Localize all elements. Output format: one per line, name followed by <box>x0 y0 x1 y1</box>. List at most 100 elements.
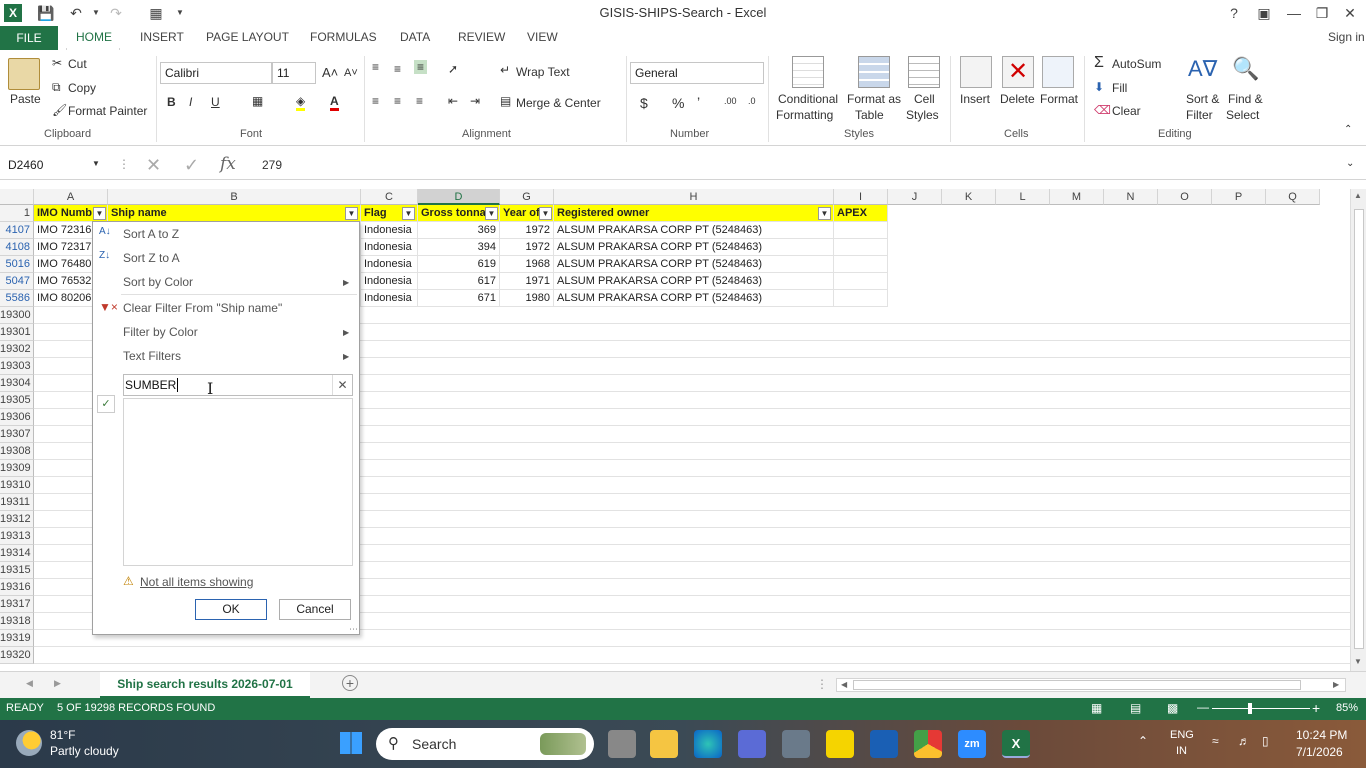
row-header[interactable]: 19306 <box>0 409 34 426</box>
cell-flag[interactable]: Indonesia <box>361 273 418 290</box>
windows-start-icon[interactable] <box>340 732 362 754</box>
taskbar-search-box[interactable]: ⚲ Search <box>376 728 594 760</box>
font-name-combo[interactable]: Calibri <box>160 62 272 84</box>
cell-flag[interactable]: Indonesia <box>361 239 418 256</box>
tab-file[interactable]: FILE <box>0 26 58 50</box>
column-header-c[interactable]: C <box>361 189 418 205</box>
row-header[interactable]: 19318 <box>0 613 34 630</box>
row-header[interactable]: 19305 <box>0 392 34 409</box>
paste-icon[interactable] <box>8 58 40 90</box>
row-header[interactable]: 1 <box>0 205 34 222</box>
format-as-table-icon[interactable] <box>858 56 890 88</box>
grow-font-icon[interactable]: A˄ <box>322 65 338 80</box>
font-size-combo[interactable]: 11 <box>272 62 316 84</box>
cancel-formula-icon[interactable]: ✕ <box>146 155 161 176</box>
cell-flag[interactable]: Indonesia <box>361 290 418 307</box>
sticky-notes-icon[interactable] <box>826 730 854 758</box>
increase-indent-icon[interactable]: ⇥ <box>470 94 480 108</box>
row-header[interactable]: 19310 <box>0 477 34 494</box>
copy-icon[interactable]: ⧉ <box>52 80 61 95</box>
wrap-text-icon[interactable]: ↵ <box>500 63 510 77</box>
decrease-decimal-icon[interactable]: .0 <box>748 96 756 106</box>
fill-button[interactable]: Fill <box>1112 81 1127 95</box>
column-header-m[interactable]: M <box>1050 189 1104 205</box>
middle-align-icon[interactable]: ≡ <box>394 62 401 76</box>
zoom-app-icon[interactable]: zm <box>958 730 986 758</box>
sheet-tab-active[interactable]: Ship search results 2026-07-01 <box>100 672 310 698</box>
column-header-p[interactable]: P <box>1212 189 1266 205</box>
cell-empty[interactable] <box>834 222 888 239</box>
row-header[interactable]: 19307 <box>0 426 34 443</box>
cut-button[interactable]: Cut <box>68 57 87 71</box>
cancel-button[interactable]: Cancel <box>279 599 351 620</box>
next-sheet-icon[interactable]: ▶ <box>54 678 61 689</box>
cell-year[interactable]: 1972 <box>500 239 554 256</box>
formula-input[interactable]: 279 <box>262 158 282 172</box>
column-header-d[interactable]: D <box>418 189 500 205</box>
zoom-slider[interactable] <box>1212 708 1310 709</box>
filter-values-list[interactable] <box>123 398 353 566</box>
italic-button[interactable]: I <box>189 95 192 109</box>
weather-temp[interactable]: 81°F <box>50 728 75 742</box>
not-all-items-link[interactable]: Not all items showing <box>140 575 253 589</box>
row-header[interactable]: 19315 <box>0 562 34 579</box>
header-cell-registered-owner[interactable]: Registered owner <box>554 205 834 222</box>
ribbon-display-icon[interactable]: ▣ <box>1250 2 1278 24</box>
weather-desc[interactable]: Partly cloudy <box>50 744 119 758</box>
language-indicator[interactable]: ENG <box>1170 729 1194 741</box>
sort-z-to-a-item[interactable]: Sort Z to A <box>123 251 180 265</box>
zoom-in-icon[interactable]: + <box>1312 700 1320 716</box>
row-header[interactable]: 19309 <box>0 460 34 477</box>
tab-home[interactable]: HOME <box>76 30 112 44</box>
cell-empty[interactable] <box>834 239 888 256</box>
paste-button[interactable]: Paste <box>10 92 41 106</box>
resize-grip-icon[interactable]: ⋯ <box>349 624 358 635</box>
delete-cells-icon[interactable]: ✕ <box>1002 56 1034 88</box>
chrome-icon[interactable] <box>914 730 942 758</box>
fill-icon[interactable]: ⬇ <box>1094 80 1104 94</box>
merge-icon[interactable]: ▤ <box>500 94 511 108</box>
cell-gross-tonnage[interactable]: 619 <box>418 256 500 273</box>
scroll-right-icon[interactable]: ▶ <box>1333 680 1339 689</box>
zoom-level[interactable]: 85% <box>1336 702 1358 714</box>
cell-flag[interactable]: Indonesia <box>361 222 418 239</box>
zoom-out-icon[interactable]: — <box>1197 700 1209 714</box>
row-header[interactable]: 19302 <box>0 341 34 358</box>
autosum-icon[interactable]: Σ <box>1094 54 1104 72</box>
filter-by-color-item[interactable]: Filter by Color <box>123 325 198 339</box>
tab-view[interactable]: VIEW <box>527 30 558 44</box>
row-header[interactable]: 5016 <box>0 256 34 273</box>
column-header-l[interactable]: L <box>996 189 1050 205</box>
row-header[interactable]: 19311 <box>0 494 34 511</box>
empty-row[interactable] <box>34 647 1350 664</box>
edge-icon[interactable] <box>694 730 722 758</box>
filter-dropdown-icon[interactable]: ▼ <box>485 207 498 220</box>
row-header[interactable]: 19312 <box>0 511 34 528</box>
cell-empty[interactable] <box>834 290 888 307</box>
clear-icon[interactable]: ⌫ <box>1094 103 1111 117</box>
column-header-b[interactable]: B <box>108 189 361 205</box>
filter-dropdown-icon[interactable]: ▼ <box>402 207 415 220</box>
conditional-formatting-button[interactable]: Conditional <box>778 92 838 106</box>
autosum-button[interactable]: AutoSum <box>1112 57 1161 71</box>
enter-formula-icon[interactable]: ✓ <box>184 155 199 176</box>
ok-button[interactable]: OK <box>195 599 267 620</box>
sign-in-link[interactable]: Sign in <box>1328 30 1365 44</box>
tab-page-layout[interactable]: PAGE LAYOUT <box>206 30 289 44</box>
format-painter-icon[interactable]: 🖌 <box>52 103 67 117</box>
task-view-icon[interactable] <box>608 730 636 758</box>
sort-filter-icon[interactable]: A∇ <box>1188 56 1217 82</box>
tab-insert[interactable]: INSERT <box>140 30 184 44</box>
app-icon[interactable] <box>738 730 766 758</box>
tab-review[interactable]: REVIEW <box>458 30 505 44</box>
find-select-icon[interactable]: 🔍 <box>1232 56 1259 82</box>
row-header[interactable]: 5586 <box>0 290 34 307</box>
remote-desktop-icon[interactable] <box>870 730 898 758</box>
cell-gross-tonnage[interactable]: 671 <box>418 290 500 307</box>
column-header-h[interactable]: H <box>554 189 834 205</box>
row-header[interactable]: 19317 <box>0 596 34 613</box>
delete-cells-button[interactable]: Delete <box>1000 92 1035 106</box>
new-sheet-icon[interactable]: + <box>342 675 358 691</box>
column-header-n[interactable]: N <box>1104 189 1158 205</box>
excel-taskbar-icon[interactable]: X <box>1002 730 1030 758</box>
